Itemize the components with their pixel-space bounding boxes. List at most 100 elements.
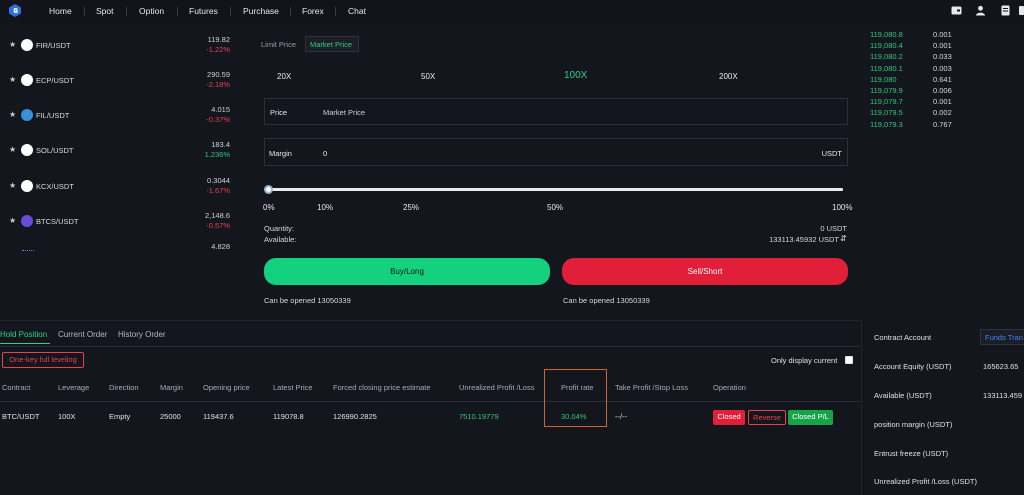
- slider-mark-25[interactable]: 25%: [403, 203, 419, 212]
- leverage-20x[interactable]: 20X: [277, 72, 291, 81]
- star-icon[interactable]: ★: [9, 75, 16, 84]
- leverage-200x[interactable]: 200X: [719, 72, 738, 81]
- market-row[interactable]: ★ FIL/USDT 4.015 -0.37%: [0, 104, 240, 139]
- column-header: Margin: [160, 383, 183, 392]
- nav-futures[interactable]: Futures: [189, 6, 218, 16]
- only-display-current-checkbox[interactable]: [845, 356, 853, 364]
- slider-mark-0[interactable]: 0%: [263, 203, 275, 212]
- market-row[interactable]: ★ FIR/USDT 119.82 -1.22%: [0, 34, 240, 69]
- orderbook-row[interactable]: 119,079.3 0.767 91333.8231: [866, 120, 1024, 131]
- orderbook-row[interactable]: 119,079.5 0.002 238.1590: [866, 108, 1024, 119]
- table-cell: 25000: [160, 412, 181, 421]
- orderbook-amount: 0.001: [933, 97, 952, 107]
- star-icon[interactable]: ★: [9, 40, 16, 49]
- market-row[interactable]: ★ SOL/USDT 183.4 1.236%: [0, 139, 240, 174]
- orderbook-amount: 0.001: [933, 30, 952, 39]
- user-icon[interactable]: [975, 5, 986, 16]
- market-name: KCX/USDT: [36, 182, 74, 191]
- closed-pl-button[interactable]: Closed P/L: [788, 410, 833, 425]
- market-change: -1.22%: [206, 45, 230, 54]
- nav-purchase[interactable]: Purchase: [243, 6, 279, 16]
- nav-divider: [290, 7, 291, 16]
- transfer-icon[interactable]: ⇵: [840, 234, 847, 243]
- table-cell: Empty: [109, 412, 131, 421]
- orderbook-row[interactable]: 119,080.1 0.003 357.2403: [866, 64, 1024, 75]
- account-label: Entrust freeze (USDT): [874, 449, 949, 458]
- orderbook-total: 357.2403: [984, 64, 1024, 73]
- orderbook-price: 119,080.2: [870, 52, 903, 62]
- market-change: -0.57%: [206, 221, 230, 230]
- star-icon[interactable]: ★: [9, 110, 16, 119]
- account-value: 133113.459: [983, 391, 1023, 400]
- table-cell: BTC/USDT: [2, 412, 40, 421]
- coin-icon: [21, 144, 33, 156]
- slider-mark-100[interactable]: 100%: [832, 203, 852, 212]
- logo-icon[interactable]: [8, 3, 22, 18]
- column-header: Unrealized Profit /Loss: [459, 383, 535, 392]
- tab-market-price[interactable]: Market Price: [305, 36, 359, 52]
- tab-current-order[interactable]: Current Order: [58, 330, 107, 339]
- document-icon[interactable]: [1000, 5, 1011, 16]
- orderbook-price: 119,080: [870, 74, 897, 84]
- funds-transfer-button[interactable]: Funds Tran: [980, 329, 1024, 345]
- orderbook-row[interactable]: 119,080.8 0.001 119.0808: [866, 30, 1024, 41]
- market-row[interactable]: 4.828: [0, 241, 240, 276]
- leverage-50x[interactable]: 50X: [421, 72, 435, 81]
- orderbook-row[interactable]: 119,080.2 0.033 3929.6466: [866, 52, 1024, 63]
- coin-icon: [21, 39, 33, 51]
- market-row[interactable]: ★ ECP/USDT 290.59 -2.18%: [0, 69, 240, 104]
- orderbook-price: 119,080.4: [870, 41, 903, 51]
- margin-field[interactable]: Margin 0 USDT: [264, 138, 848, 166]
- margin-unit: USDT: [821, 149, 842, 158]
- nav-forex[interactable]: Forex: [302, 6, 324, 16]
- margin-slider-handle[interactable]: [264, 185, 273, 194]
- buy-long-button[interactable]: Buy/Long: [264, 258, 550, 285]
- column-header: Latest Price: [273, 383, 313, 392]
- market-name: FIL/USDT: [36, 111, 70, 120]
- one-key-full-leveling-button[interactable]: One-key full leveling: [2, 352, 84, 368]
- orderbook-price: 119,079.3: [870, 119, 903, 129]
- nav-option[interactable]: Option: [139, 6, 164, 16]
- nav-spot[interactable]: Spot: [96, 6, 114, 16]
- tab-limit-price[interactable]: Limit Price: [254, 36, 310, 53]
- wallet-icon[interactable]: [951, 5, 962, 16]
- orderbook-row[interactable]: 119,079.9 0.006 714.4794: [866, 86, 1024, 97]
- leverage-100x[interactable]: 100X: [564, 70, 587, 81]
- only-display-current-label: Only display current: [771, 356, 838, 365]
- nav-chat[interactable]: Chat: [348, 6, 366, 16]
- star-icon[interactable]: ★: [9, 145, 16, 154]
- profit-rate-highlight: [544, 369, 607, 427]
- orderbook-row[interactable]: 119,079.7 0.001 119.0797: [866, 97, 1024, 108]
- market-name: FIR/USDT: [36, 41, 71, 50]
- sell-short-button[interactable]: Sell/Short: [562, 258, 848, 285]
- available-label: Available:: [264, 235, 297, 244]
- slider-mark-50[interactable]: 50%: [547, 203, 563, 212]
- market-name: ECP/USDT: [36, 76, 74, 85]
- price-label: Price: [270, 108, 288, 117]
- market-row[interactable]: ★ KCX/USDT 0.3044 -1.67%: [0, 175, 240, 210]
- tab-hold-position[interactable]: Hold Position: [0, 330, 47, 339]
- orderbook-row[interactable]: 119,080 0.641 76330.2800: [866, 75, 1024, 86]
- star-icon[interactable]: ★: [9, 181, 16, 190]
- slider-mark-10[interactable]: 10%: [317, 203, 333, 212]
- more-icon[interactable]: [1019, 6, 1024, 15]
- closed-button[interactable]: Closed: [713, 410, 745, 425]
- nav-divider: [230, 7, 231, 16]
- nav-home[interactable]: Home: [49, 6, 72, 16]
- tab-history-order[interactable]: History Order: [118, 330, 166, 339]
- orderbook-total: 119.0808: [984, 30, 1024, 39]
- funds-transfer-label: Funds Tran: [985, 333, 1023, 342]
- price-field[interactable]: Price Market Price: [264, 98, 848, 125]
- orderbook-total: 238.1590: [984, 108, 1024, 117]
- nav-divider: [335, 7, 336, 16]
- star-icon[interactable]: ★: [9, 216, 16, 225]
- coin-icon: [21, 215, 33, 227]
- can-open-sell: Can be opened 13050339: [563, 296, 650, 305]
- orderbook-row[interactable]: 119,080.4 0.001 119.0804: [866, 41, 1024, 52]
- orderbook-price: 119,080.1: [870, 63, 903, 73]
- margin-slider-track[interactable]: [267, 188, 843, 191]
- tab-limit-price-label: Limit Price: [261, 40, 297, 49]
- market-row[interactable]: ★ BTCS/USDT 2,148.6 -0.57%: [0, 210, 240, 245]
- reverse-button[interactable]: Reverse: [748, 410, 786, 425]
- can-open-buy: Can be opened 13050339: [264, 296, 351, 305]
